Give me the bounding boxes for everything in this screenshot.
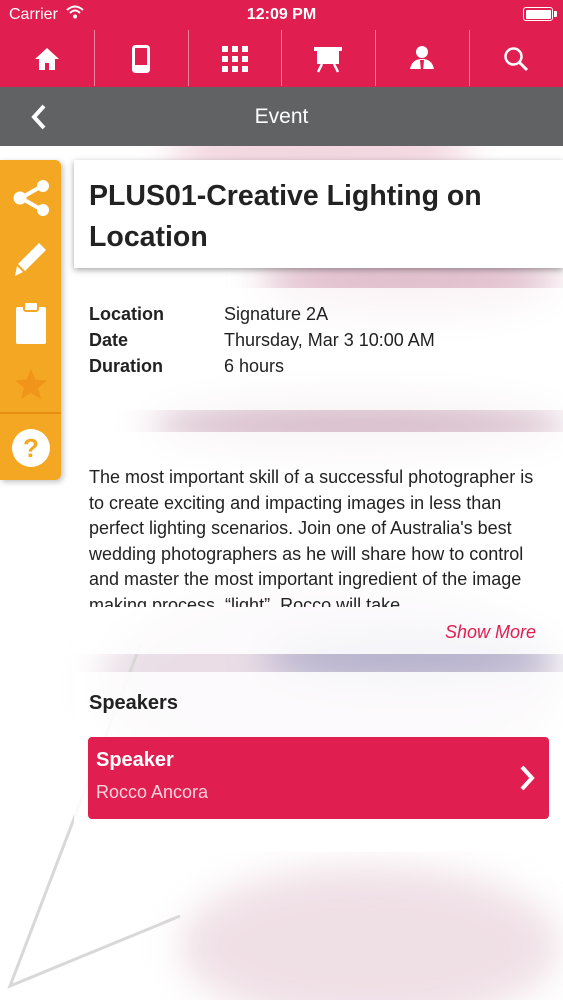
event-details: Location Signature 2A Date Thursday, Mar… [74,288,563,410]
tablet-icon[interactable] [93,30,188,87]
page-title: Event [254,105,309,128]
speakers-panel: Speakers Speaker Rocco Ancora [74,672,563,852]
title-bar: Event [0,87,563,146]
side-toolbar: ? [0,160,61,480]
detail-value: Thursday, Mar 3 10:00 AM [224,330,435,350]
detail-label: Date [89,330,129,350]
speaker-name: Rocco Ancora [96,782,209,802]
main-nav [0,30,563,87]
help-icon[interactable]: ? [0,424,61,472]
battery-icon [523,7,557,21]
detail-value: 6 hours [224,356,285,376]
home-icon[interactable] [0,30,94,87]
detail-value: Signature 2A [224,304,329,324]
clipboard-icon[interactable] [0,296,61,350]
status-time: 12:09 PM [246,6,317,23]
speaker-role: Speaker [96,749,174,771]
search-icon[interactable] [469,30,563,87]
pencil-icon[interactable] [0,236,61,284]
speaker-card[interactable]: Speaker Rocco Ancora [88,737,549,819]
show-more-link[interactable]: Show More [445,622,536,643]
detail-label: Location [89,304,164,324]
chevron-right-icon [519,765,535,796]
status-bar: Carrier 12:09 PM [0,0,563,30]
presentation-board-icon[interactable] [281,30,375,87]
star-icon[interactable] [0,360,61,408]
event-description: The most important skill of a successful… [89,467,534,607]
qr-code-icon[interactable] [187,30,282,87]
share-icon[interactable] [0,174,61,222]
speakers-heading: Speakers [89,692,178,714]
toolbar-divider [0,412,61,414]
top-bar: Carrier 12:09 PM [0,0,563,87]
description-panel: The most important skill of a successful… [74,432,563,654]
svg-text:?: ? [23,433,39,463]
event-title: PLUS01-Creative Lighting on Location [89,180,482,253]
event-title-card: PLUS01-Creative Lighting on Location [74,160,563,268]
detail-label: Duration [89,356,163,376]
person-icon[interactable] [375,30,469,87]
